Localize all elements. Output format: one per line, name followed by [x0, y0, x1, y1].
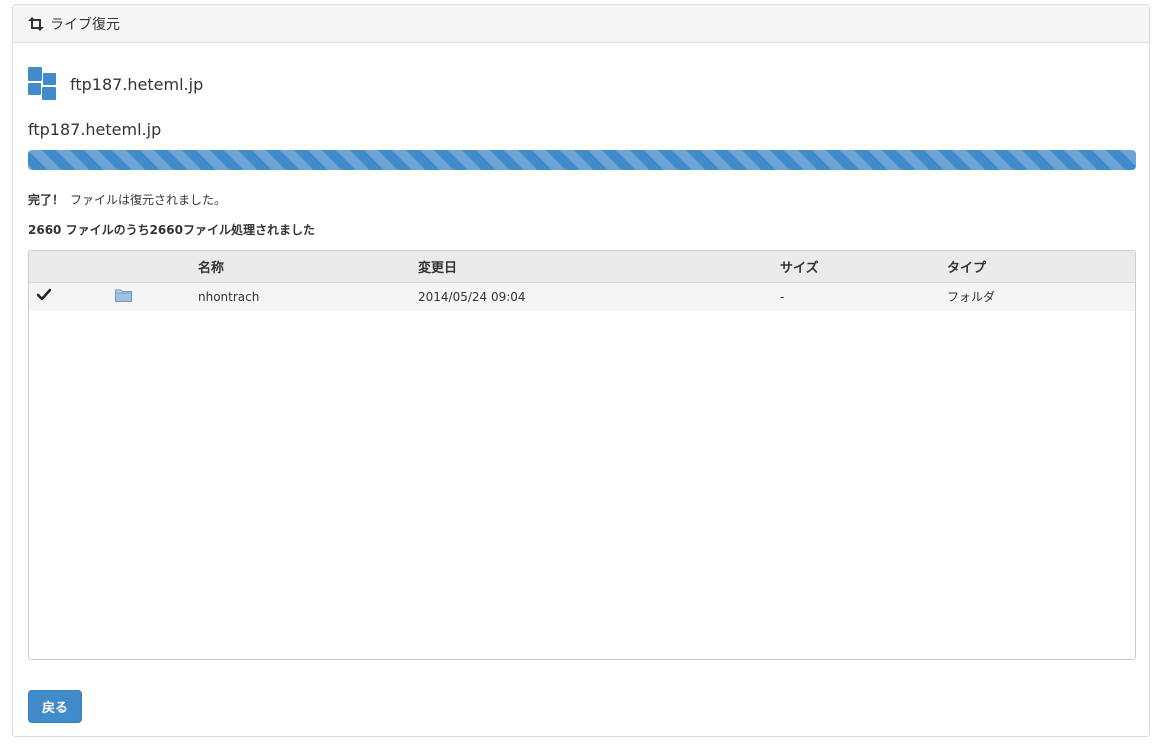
live-restore-panel: ライブ復元 ftp187.heteml.jp ftp187.heteml.jp … — [12, 4, 1150, 737]
host-title: ftp187.heteml.jp — [28, 120, 162, 139]
file-count-message: 2660 ファイルのうち2660ファイル処理されました — [28, 223, 315, 237]
complete-label: 完了！ — [28, 193, 65, 207]
progress-bar-fill — [28, 150, 1136, 170]
table-header-row: 名称 変更日 サイズ タイプ — [29, 251, 1135, 282]
checkmark-icon — [36, 288, 52, 302]
host-name: ftp187.heteml.jp — [70, 74, 204, 94]
file-table: 名称 変更日 サイズ タイプ nhontrach 2014/05/24 09:0… — [28, 250, 1136, 660]
column-type[interactable]: タイプ — [947, 251, 1135, 282]
progress-bar — [28, 150, 1136, 170]
server-logo-icon — [28, 67, 56, 101]
column-icon — [115, 251, 198, 282]
retweet-icon — [26, 16, 46, 32]
folder-icon — [115, 288, 132, 303]
host-row: ftp187.heteml.jp — [28, 67, 203, 101]
back-button[interactable]: 戻る — [28, 690, 82, 723]
column-name[interactable]: 名称 — [198, 251, 418, 282]
cell-size: - — [780, 289, 785, 304]
cell-name: nhontrach — [198, 289, 260, 304]
cell-modified: 2014/05/24 09:04 — [418, 289, 526, 304]
completion-message: 完了！ ファイルは復元されました。 — [28, 191, 226, 208]
column-modified[interactable]: 変更日 — [418, 251, 780, 282]
column-size[interactable]: サイズ — [780, 251, 947, 282]
complete-text: ファイルは復元されました。 — [70, 193, 227, 207]
column-check — [29, 251, 115, 282]
table-row[interactable]: nhontrach 2014/05/24 09:04 - フォルダ — [29, 282, 1135, 311]
cell-type: フォルダ — [947, 290, 996, 305]
panel-title: ライブ復元 — [50, 16, 120, 33]
panel-heading: ライブ復元 — [13, 5, 1149, 43]
